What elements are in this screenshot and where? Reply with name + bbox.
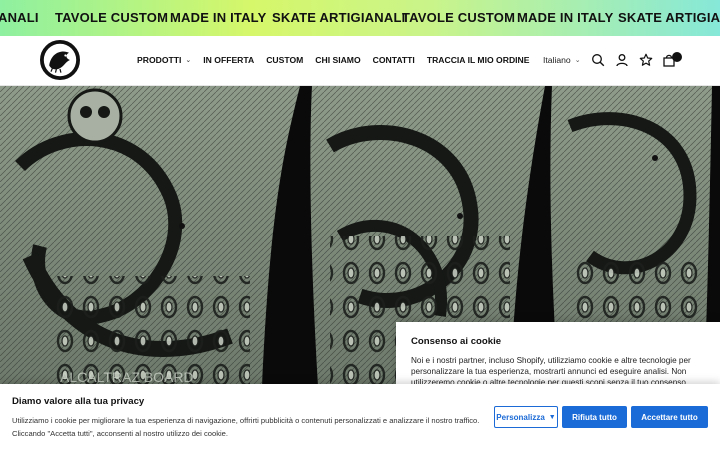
nav-label: CUSTOM: [266, 55, 304, 65]
nav-label: IN OFFERTA: [203, 55, 255, 65]
privacy-banner: Diamo valore alla tua privacy Utilizziam…: [0, 384, 720, 450]
nav-label: CHI SIAMO: [315, 55, 361, 65]
star-icon[interactable]: [639, 53, 653, 67]
nav-item-in-offerta[interactable]: IN OFFERTA: [203, 55, 254, 65]
customize-button[interactable]: Personalizza ▼: [494, 406, 558, 428]
nav-label: CONTATTI: [372, 55, 415, 65]
board-signature: ALCALTRAZ BOARD: [60, 369, 194, 385]
nav-item-prodotti[interactable]: PRODOTTI ⌄: [137, 55, 191, 65]
brand-logo[interactable]: [40, 40, 80, 80]
site-header: PRODOTTI ⌄ IN OFFERTA CUSTOM CHI SIAMO C…: [0, 36, 720, 86]
privacy-title: Diamo valore alla tua privacy: [12, 396, 145, 407]
accept-all-button[interactable]: Accettare tutto: [631, 406, 708, 428]
marquee-item: MADE IN ITALY: [170, 10, 267, 25]
chevron-down-icon: ⌄: [185, 57, 192, 64]
caret-down-icon: ▼: [548, 413, 556, 421]
cart-count-badge: [672, 52, 682, 62]
nav-item-custom[interactable]: CUSTOM: [266, 55, 303, 65]
reject-all-button[interactable]: Rifiuta tutto: [562, 406, 627, 428]
accept-label: Accettare tutto: [641, 412, 698, 422]
marquee-item: SKATE ARTIGIANALI: [618, 10, 720, 25]
nav-item-contatti[interactable]: CONTATTI: [373, 55, 415, 65]
marquee-item: TAVOLE CUSTOM: [402, 10, 516, 25]
main-nav: PRODOTTI ⌄ IN OFFERTA CUSTOM CHI SIAMO C…: [137, 55, 541, 65]
user-icon[interactable]: [615, 53, 629, 67]
marquee-item: MADE IN ITALY: [517, 10, 614, 25]
nav-item-traccia-ordine[interactable]: TRACCIA IL MIO ORDINE: [427, 55, 530, 65]
language-selector[interactable]: Italiano ⌄: [543, 55, 581, 65]
search-icon[interactable]: [591, 53, 605, 67]
consent-title: Consenso ai cookie: [411, 336, 502, 347]
nav-label: PRODOTTI: [137, 55, 182, 65]
announcement-marquee: ANALI TAVOLE CUSTOM MADE IN ITALY SKATE …: [0, 0, 720, 36]
marquee-item: ANALI: [0, 10, 39, 25]
chevron-down-icon: ⌄: [574, 57, 581, 64]
reject-label: Rifiuta tutto: [572, 412, 617, 422]
nav-label: TRACCIA IL MIO ORDINE: [426, 55, 530, 65]
privacy-text: Utilizziamo i cookie per migliorare la t…: [12, 416, 480, 438]
customize-label: Personalizza: [496, 412, 545, 422]
language-label: Italiano: [543, 55, 571, 65]
marquee-item: SKATE ARTIGIANALI: [272, 10, 406, 25]
marquee-item: TAVOLE CUSTOM: [55, 10, 169, 25]
nav-item-chi-siamo[interactable]: CHI SIAMO: [315, 55, 360, 65]
